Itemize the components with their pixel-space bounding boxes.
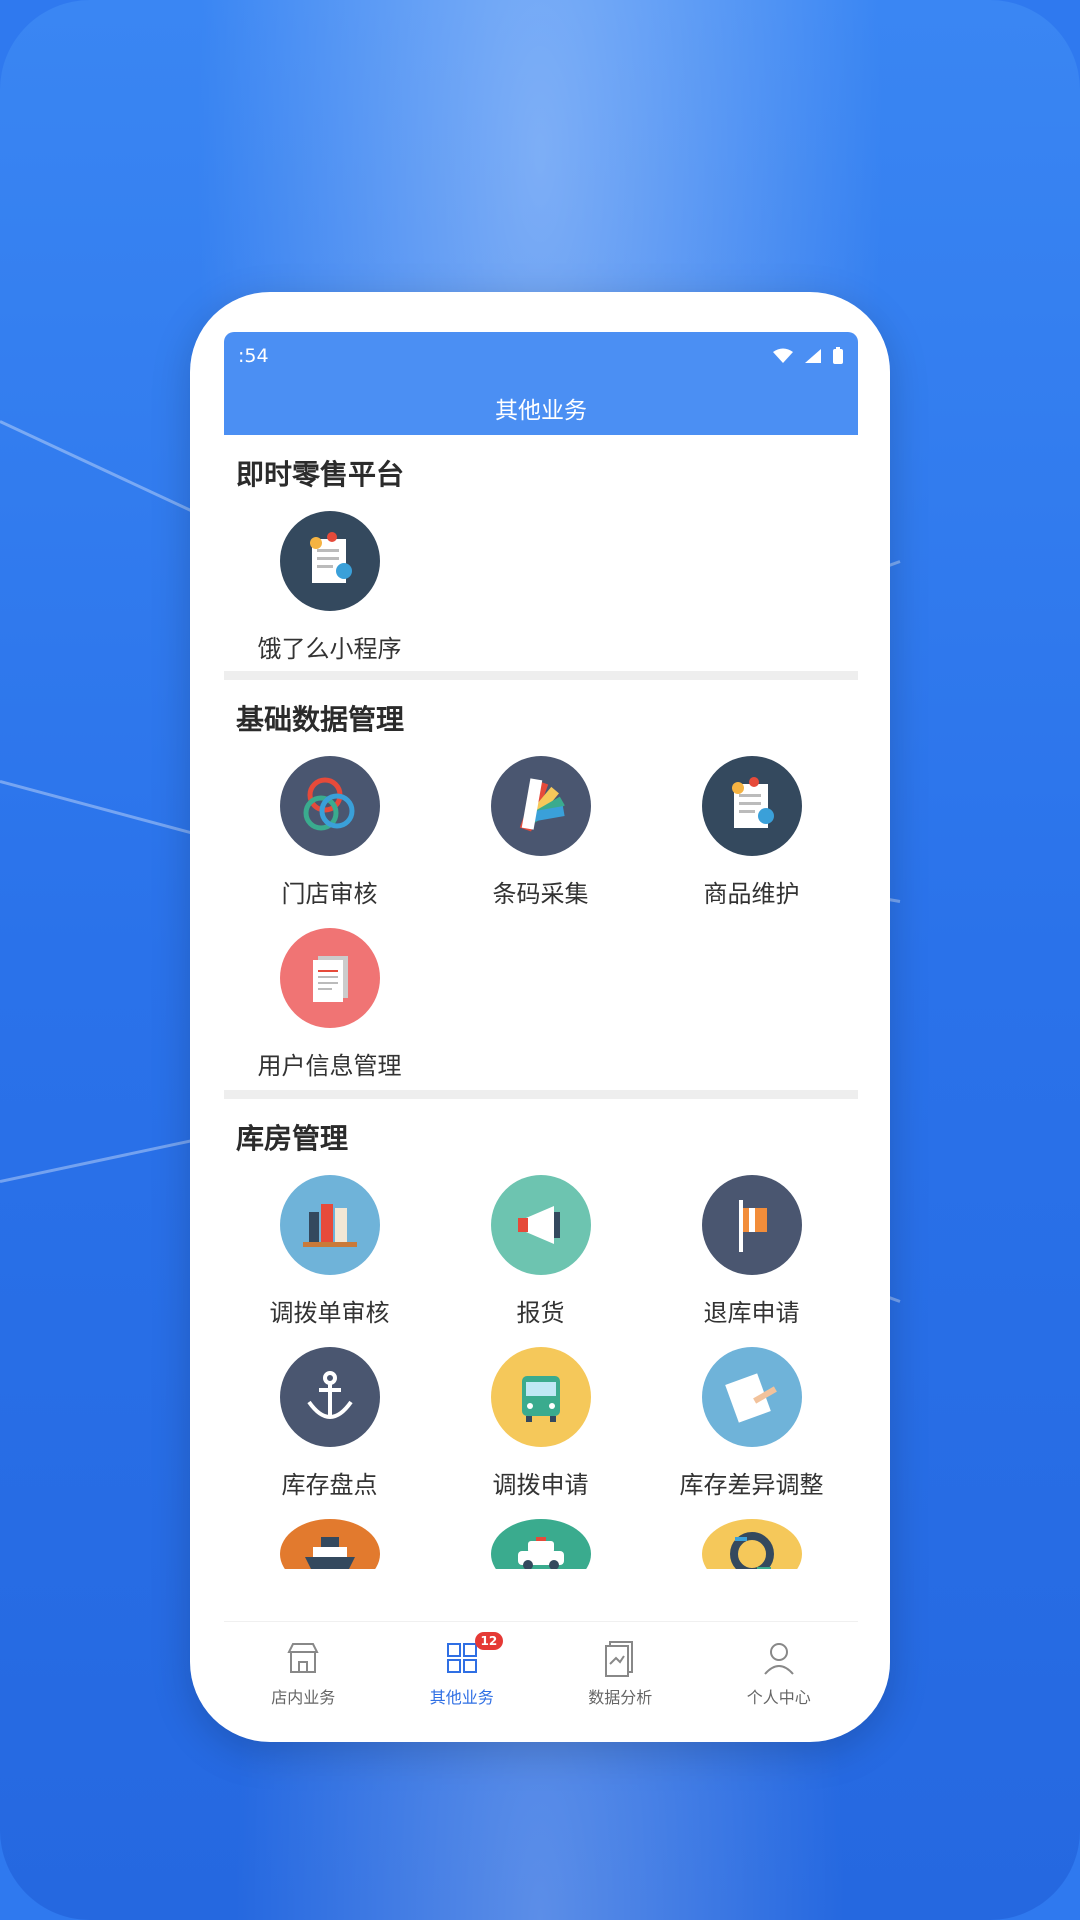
report-icon (605, 1641, 634, 1677)
menu-item-eleme[interactable]: 饿了么小程序 (224, 501, 435, 671)
document-stack-icon (279, 928, 380, 1028)
person-icon (763, 1643, 794, 1675)
anchor-icon (279, 1347, 380, 1447)
section-warehouse: 库房管理 调拨单审核 报货 退库申请 库存盘点 调拨申请 库存差异调整 (224, 1099, 858, 1569)
menu-item-label: 库存盘点 (281, 1471, 378, 1499)
tab-other-business[interactable]: 12 其他业务 (383, 1622, 542, 1737)
section-title: 库房管理 (236, 1122, 349, 1155)
menu-item-label: 饿了么小程序 (257, 635, 402, 663)
section-instant-retail: 即时零售平台 饿了么小程序 (224, 435, 858, 671)
page-title: 其他业务 (224, 380, 858, 435)
notification-badge: 12 (474, 1632, 504, 1650)
app-screen: :54 其他业务 即时零售平台 饿了么小程序 基础数据管理 门店审核 条码采集 … (224, 332, 858, 1737)
section-title: 即时零售平台 (236, 458, 405, 491)
menu-item-label: 报货 (516, 1299, 565, 1327)
tab-label: 数据分析 (588, 1688, 653, 1707)
menu-item-return-request[interactable]: 退库申请 (646, 1165, 857, 1337)
menu-item-label: 调拨单审核 (269, 1299, 390, 1327)
menu-item-label: 门店审核 (281, 880, 378, 908)
section-divider (224, 671, 858, 680)
clipboard-pen-icon (701, 1347, 802, 1447)
wifi-icon (773, 348, 793, 363)
tab-label: 店内业务 (271, 1688, 336, 1707)
tab-profile[interactable]: 个人中心 (700, 1622, 859, 1737)
color-swatch-icon (490, 756, 591, 856)
menu-item-product-maintain[interactable]: 商品维护 (646, 746, 857, 918)
bus-icon (490, 1347, 591, 1447)
section-title: 基础数据管理 (236, 703, 405, 736)
bottom-tab-bar: 店内业务 12 其他业务 数据分析 个人中心 (224, 1621, 858, 1737)
rings-icon (279, 756, 380, 856)
menu-item-label: 用户信息管理 (257, 1052, 402, 1080)
menu-item-partial[interactable] (435, 1509, 646, 1569)
menu-item-label: 库存差异调整 (679, 1471, 824, 1499)
menu-item-user-info[interactable]: 用户信息管理 (224, 918, 435, 1090)
police-car-icon (490, 1519, 591, 1569)
menu-item-store-review[interactable]: 门店审核 (224, 746, 435, 918)
section-basic-data: 基础数据管理 门店审核 条码采集 商品维护 用户信息管理 (224, 680, 858, 1090)
menu-item-partial[interactable] (224, 1509, 435, 1569)
store-icon (287, 1643, 319, 1673)
tab-label: 个人中心 (746, 1688, 811, 1707)
tab-data-analysis[interactable]: 数据分析 (541, 1622, 700, 1737)
signal-icon (805, 349, 821, 363)
battery-icon (833, 347, 843, 364)
door-icon (701, 1175, 802, 1275)
megaphone-icon (490, 1175, 591, 1275)
menu-item-barcode[interactable]: 条码采集 (435, 746, 646, 918)
menu-item-partial[interactable] (646, 1509, 857, 1569)
menu-item-transfer-review[interactable]: 调拨单审核 (224, 1165, 435, 1337)
menu-item-inventory-adjust[interactable]: 库存差异调整 (646, 1337, 857, 1509)
menu-item-inventory-count[interactable]: 库存盘点 (224, 1337, 435, 1509)
document-gear-icon (701, 756, 802, 856)
status-bar: :54 (224, 332, 858, 380)
ship-icon (279, 1519, 380, 1569)
gear-arrows-icon (701, 1519, 802, 1569)
document-gear-icon (279, 511, 380, 611)
menu-item-label: 商品维护 (703, 880, 800, 908)
section-divider (224, 1090, 858, 1099)
tab-store-business[interactable]: 店内业务 (224, 1622, 383, 1737)
status-time: :54 (238, 345, 269, 367)
menu-item-label: 退库申请 (703, 1299, 800, 1327)
menu-item-label: 调拨申请 (492, 1471, 589, 1499)
menu-item-label: 条码采集 (492, 880, 589, 908)
menu-item-report-goods[interactable]: 报货 (435, 1165, 646, 1337)
books-icon (279, 1175, 380, 1275)
tab-label: 其他业务 (429, 1688, 494, 1707)
menu-item-transfer-request[interactable]: 调拨申请 (435, 1337, 646, 1509)
